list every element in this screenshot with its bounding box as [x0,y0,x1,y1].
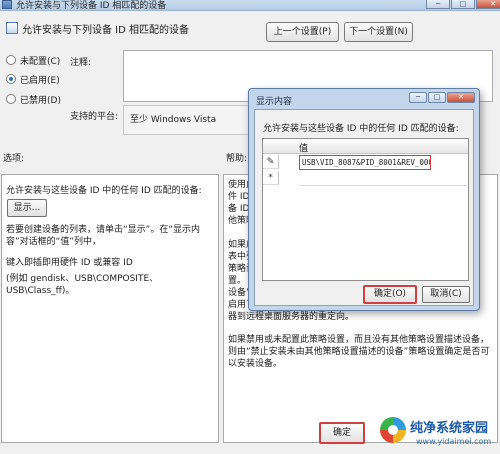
value-cell-input[interactable]: USB\VID_8087&PID_8001&REV_0000 [299,155,431,170]
options-enter-id: 键入即插即用硬件 ID 或兼容 ID [6,258,133,268]
platform-field: 至少 Windows Vista [123,105,263,135]
radio-enabled-circle[interactable] [6,74,16,84]
window-titlebar[interactable]: 允许安装与下列设备 ID 相匹配的设备 ─ □ ✕ [0,0,500,11]
help-line: 置。 [228,276,247,286]
radio-disabled-circle[interactable] [6,94,16,104]
dialog-maximize-button[interactable]: □ [428,92,446,103]
window-title: 允许安装与下列设备 ID 相匹配的设备 [16,1,167,11]
radio-enabled-label: 已启用(E) [20,75,60,86]
show-button[interactable]: 显示... [7,199,47,217]
minimize-button[interactable]: ─ [426,0,450,9]
policy-icon [2,0,12,9]
next-setting-button[interactable]: 下一个设置(N) [344,22,413,42]
help-line: 器到远程桌面服务器的重定向。 [228,312,355,322]
options-heading: 选项: [3,154,25,164]
platform-value: 至少 Windows Vista [130,115,217,125]
new-value-cell[interactable] [299,172,467,186]
platform-label: 支持的平台: [70,112,119,122]
column-header-value[interactable]: 值 [299,141,308,154]
maximize-button[interactable]: □ [451,0,475,9]
new-row-icon: * [263,171,279,185]
help-heading: 帮助: [226,154,248,164]
options-example: (例如 gendisk、USB\COMPOSITE、USB\Class_ff)。 [6,274,159,296]
header-row: 允许安装与下列设备 ID 相匹配的设备 [0,12,500,50]
radio-not-configured-circle[interactable] [6,55,16,65]
options-hint: 若要创建设备的列表，请单击“显示”。在“显示内容”对话框的“值”列中， [6,225,200,247]
watermark-url: www.yidaimei.com [416,437,492,446]
setting-title: 允许安装与下列设备 ID 相匹配的设备 [22,25,190,36]
help-line: 件 ID [228,192,250,202]
dialog-body: 允许安装与这些设备 ID 中的任何 ID 匹配的设备: 值 ✎ USB\VID_… [254,109,474,306]
dialog-ok-button[interactable]: 确定(O) [363,285,417,304]
radio-enabled[interactable]: 已启用(E) [6,72,60,86]
pencil-icon: ✎ [263,155,279,169]
radio-not-configured[interactable]: 未配置(C) [6,53,60,67]
watermark-logo-icon [380,417,406,443]
dialog-close-button[interactable]: ✕ [447,92,475,103]
radio-disabled[interactable]: 已禁用(D) [6,92,61,106]
ok-button[interactable]: 确定 [319,422,365,444]
dialog-description: 允许安装与这些设备 ID 中的任何 ID 匹配的设备: [263,124,459,134]
grid-header: 值 [263,139,468,154]
values-grid[interactable]: 值 ✎ USB\VID_8087&PID_8001&REV_0000 * [262,138,469,281]
comment-label: 注释: [70,58,92,68]
setting-icon [6,22,18,34]
show-contents-dialog: 显示内容 ─ □ ✕ 允许安装与这些设备 ID 中的任何 ID 匹配的设备: 值… [248,88,480,311]
dialog-minimize-button[interactable]: ─ [409,92,427,103]
dialog-title: 显示内容 [256,97,293,107]
options-description: 允许安装与这些设备 ID 中的任何 ID 匹配的设备: [6,186,202,196]
watermark: 纯净系统家园 www.yidaimei.com [380,413,500,454]
help-paragraph: 如果禁用或未配置此策略设置，而且没有其他策略设置描述设备，则由“禁止安装未由其他… [228,335,490,369]
help-line: 备 ID [228,204,250,214]
dialog-cancel-button[interactable]: 取消(C) [422,286,470,303]
prev-setting-button[interactable]: 上一个设置(P) [266,22,339,42]
watermark-title: 纯净系统家园 [410,421,489,436]
radio-not-configured-label: 未配置(C) [20,56,61,67]
radio-disabled-label: 已禁用(D) [20,95,61,106]
options-pane: 允许安装与这些设备 ID 中的任何 ID 匹配的设备: 显示... 若要创建设备… [1,174,219,443]
close-button[interactable]: ✕ [476,0,500,9]
